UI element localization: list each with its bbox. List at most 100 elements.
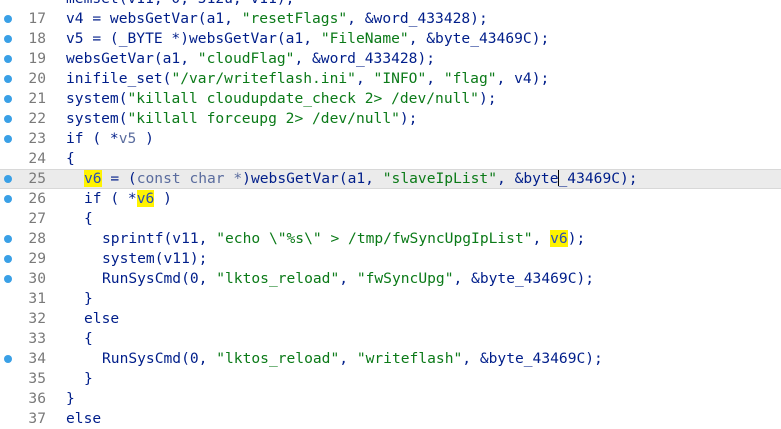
code-line[interactable]: 35} bbox=[0, 369, 781, 389]
code-token: v5 bbox=[118, 130, 137, 147]
breakpoint-dot-icon[interactable] bbox=[4, 255, 12, 263]
code-line[interactable]: 18 v5 = (_BYTE *)websGetVar(a1, "FileName… bbox=[0, 29, 781, 49]
string-literal: "lktos_reload" bbox=[216, 270, 340, 287]
code-line[interactable]: 27 { bbox=[0, 209, 781, 229]
line-number: 37 bbox=[28, 410, 46, 427]
code-line[interactable]: 26 if ( *v6 ) bbox=[0, 189, 781, 209]
code-text[interactable]: system("killall cloudupdate_check 2> /de… bbox=[66, 89, 497, 109]
breakpoint-dot-icon[interactable] bbox=[4, 55, 12, 63]
code-line[interactable]: 20 inifile_set("/var/writeflash.ini", "IN… bbox=[0, 69, 781, 89]
line-number: 31 bbox=[28, 290, 46, 307]
code-text[interactable]: sprintf(v11, "echo \"%s\" > /tmp/fwSyncU… bbox=[102, 229, 585, 249]
code-token: , bbox=[339, 350, 357, 367]
code-text[interactable]: } bbox=[66, 389, 75, 409]
code-line[interactable]: 19 websGetVar(a1, "cloudFlag", &word_4334… bbox=[0, 49, 781, 69]
code-line[interactable]: 30 RunSysCmd(0, "lktos_reload", "fwSyncUp… bbox=[0, 269, 781, 289]
code-line[interactable]: 29 system(v11); bbox=[0, 249, 781, 269]
breakpoint-dot-icon[interactable] bbox=[4, 275, 12, 283]
string-literal: "INFO" bbox=[373, 70, 427, 87]
string-literal: "echo \"%s\" > /tmp/fwSyncUpgIpList" bbox=[216, 230, 533, 247]
breakpoint-dot-icon[interactable] bbox=[4, 95, 12, 103]
breakpoint-dot-icon[interactable] bbox=[4, 355, 12, 363]
code-text[interactable]: inifile_set("/var/writeflash.ini", "INFO… bbox=[66, 69, 549, 89]
code-token: if ( * bbox=[84, 190, 137, 207]
code-line[interactable]: 28 sprintf(v11, "echo \"%s\" > /tmp/fwSyn… bbox=[0, 229, 781, 249]
highlighted-variable[interactable]: v6 bbox=[84, 170, 102, 187]
code-token: RunSysCmd(0, bbox=[102, 270, 217, 287]
code-line[interactable]: 23 if ( *v5 ) bbox=[0, 129, 781, 149]
code-line[interactable]: 34 RunSysCmd(0, "lktos_reload", "writefla… bbox=[0, 349, 781, 369]
code-token: , &byte_43469C); bbox=[453, 270, 595, 287]
code-line[interactable]: 36} bbox=[0, 389, 781, 409]
code-text[interactable]: RunSysCmd(0, "lktos_reload", "writeflash… bbox=[102, 349, 603, 369]
code-text[interactable]: { bbox=[84, 209, 93, 229]
pseudocode-view[interactable]: memset(v11, 0, 512u, v11); 17 v4 = websGet… bbox=[0, 0, 781, 429]
code-line[interactable]: 21 system("killall cloudupdate_check 2> /… bbox=[0, 89, 781, 109]
code-line[interactable]: 31} bbox=[0, 289, 781, 309]
code-line[interactable]: 37 else bbox=[0, 409, 781, 429]
breakpoint-dot-icon[interactable] bbox=[4, 75, 12, 83]
code-text[interactable]: system(v11); bbox=[102, 249, 207, 269]
string-literal: "lktos_reload" bbox=[216, 350, 340, 367]
line-number: 28 bbox=[28, 230, 46, 247]
line-number: 18 bbox=[28, 30, 46, 47]
breakpoint-dot-icon[interactable] bbox=[4, 15, 12, 23]
code-text[interactable]: if ( *v6 ) bbox=[84, 189, 172, 209]
code-text[interactable]: v6 = (const char *)websGetVar(a1, "slave… bbox=[84, 169, 638, 189]
code-token: inifile_set( bbox=[66, 70, 172, 87]
code-text[interactable]: if ( *v5 ) bbox=[66, 129, 154, 149]
code-token: , bbox=[339, 270, 357, 287]
line-number: 32 bbox=[28, 310, 46, 327]
breakpoint-dot-icon[interactable] bbox=[4, 235, 12, 243]
code-token: RunSysCmd(0, bbox=[102, 350, 217, 367]
code-text[interactable]: v4 = websGetVar(a1, "resetFlags", &word_… bbox=[66, 9, 488, 29]
code-token: const char * bbox=[136, 170, 243, 187]
code-line[interactable]: memset(v11, 0, 512u, v11); bbox=[0, 0, 781, 9]
breakpoint-dot-icon[interactable] bbox=[4, 135, 12, 143]
string-literal: "resetFlags" bbox=[241, 10, 348, 27]
line-number: 33 bbox=[28, 330, 46, 347]
breakpoint-dot-icon[interactable] bbox=[4, 175, 12, 183]
code-text[interactable]: websGetVar(a1, "cloudFlag", &word_433428… bbox=[66, 49, 435, 69]
code-token: { bbox=[84, 330, 93, 347]
line-number: 21 bbox=[28, 90, 46, 107]
code-token: system( bbox=[66, 90, 128, 107]
code-line[interactable]: 24 { bbox=[0, 149, 781, 169]
string-literal: "cloudFlag" bbox=[197, 50, 295, 67]
code-token: , v4); bbox=[496, 70, 550, 87]
line-number: 20 bbox=[28, 70, 46, 87]
code-text[interactable]: else bbox=[84, 309, 119, 329]
code-token: ); bbox=[399, 110, 418, 127]
highlighted-variable[interactable]: v6 bbox=[136, 190, 155, 207]
code-text[interactable]: } bbox=[84, 369, 93, 389]
code-text[interactable]: else bbox=[66, 409, 101, 429]
code-text[interactable]: { bbox=[84, 329, 93, 349]
code-token: sprintf(v11, bbox=[102, 230, 217, 247]
line-number: 36 bbox=[28, 390, 46, 407]
string-literal: "/var/writeflash.ini" bbox=[171, 70, 356, 87]
code-token: , &byte_43469C); bbox=[408, 30, 550, 47]
code-token: { bbox=[84, 210, 93, 227]
code-text[interactable]: { bbox=[66, 149, 75, 169]
code-line[interactable]: 22 system("killall forceupg 2> /dev/null"… bbox=[0, 109, 781, 129]
code-text[interactable]: v5 = (_BYTE *)websGetVar(a1, "FileName",… bbox=[66, 29, 549, 49]
line-number: 29 bbox=[28, 250, 46, 267]
string-literal: "killall cloudupdate_check 2> /dev/null" bbox=[127, 90, 479, 107]
code-token: } bbox=[84, 370, 93, 387]
breakpoint-dot-icon[interactable] bbox=[4, 115, 12, 123]
code-text[interactable]: system("killall forceupg 2> /dev/null"); bbox=[66, 109, 417, 129]
code-line[interactable]: 33 { bbox=[0, 329, 781, 349]
code-text[interactable]: } bbox=[84, 289, 93, 309]
code-token: memset(v11, 0, 512u, v11); bbox=[66, 0, 294, 7]
breakpoint-dot-icon[interactable] bbox=[4, 35, 12, 43]
line-number: 27 bbox=[28, 210, 46, 227]
code-line[interactable]: 17 v4 = websGetVar(a1, "resetFlags", &wor… bbox=[0, 9, 781, 29]
code-line[interactable]: 25 v6 = (const char *)websGetVar(a1, "sla… bbox=[0, 169, 781, 189]
breakpoint-dot-icon[interactable] bbox=[4, 195, 12, 203]
string-literal: "writeflash" bbox=[356, 350, 463, 367]
code-line[interactable]: 32 else bbox=[0, 309, 781, 329]
highlighted-variable[interactable]: v6 bbox=[550, 230, 568, 247]
code-token: { bbox=[66, 150, 75, 167]
code-text[interactable]: memset(v11, 0, 512u, v11); bbox=[66, 0, 294, 9]
code-text[interactable]: RunSysCmd(0, "lktos_reload", "fwSyncUpg"… bbox=[102, 269, 594, 289]
